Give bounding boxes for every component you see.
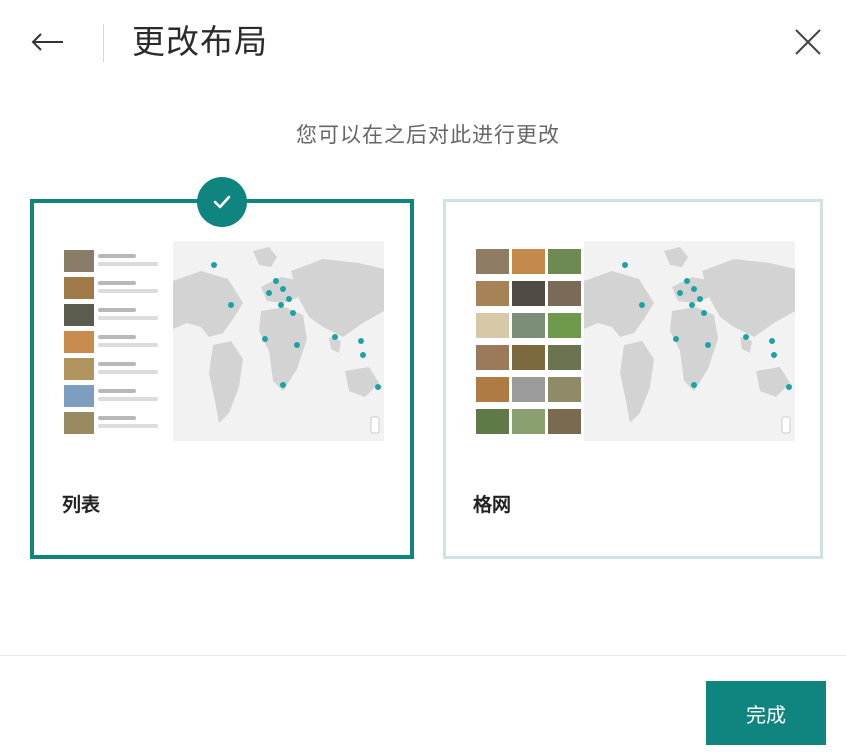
list-thumbnail [64, 250, 94, 272]
layout-label-list: 列表 [62, 494, 101, 516]
grid-thumbnail [548, 377, 581, 402]
grid-thumbnail [476, 281, 509, 306]
list-line-placeholder [98, 316, 158, 320]
list-thumbnail [64, 358, 94, 380]
grid-thumbnail [476, 345, 509, 370]
close-button[interactable] [788, 22, 828, 62]
list-line-placeholder [98, 397, 158, 401]
grid-thumbnail [548, 281, 581, 306]
grid-layout-preview [476, 241, 796, 446]
grid-thumbnail [476, 409, 509, 434]
dialog-subtitle: 您可以在之后对此进行更改 [296, 123, 560, 147]
list-line-placeholder [98, 370, 158, 374]
back-button[interactable] [28, 22, 68, 62]
grid-thumbnail [512, 409, 545, 434]
grid-thumbnail [476, 377, 509, 402]
grid-thumbnail [512, 345, 545, 370]
grid-thumbnail [512, 281, 545, 306]
footer-divider [0, 655, 846, 656]
list-line-placeholder [98, 362, 136, 366]
world-map-preview [173, 241, 384, 441]
list-layout-preview [64, 241, 384, 446]
done-button[interactable]: 完成 [706, 681, 826, 745]
list-line-placeholder [98, 416, 136, 420]
list-thumbnail [64, 331, 94, 353]
grid-thumbnail [548, 409, 581, 434]
list-thumbnail [64, 385, 94, 407]
grid-thumbnail [476, 249, 509, 274]
header-divider [103, 24, 104, 62]
dialog-title: 更改布局 [132, 22, 268, 61]
list-line-placeholder [98, 335, 136, 339]
grid-thumbnail [548, 313, 581, 338]
list-line-placeholder [98, 289, 158, 293]
world-map-preview [584, 241, 795, 441]
list-line-placeholder [98, 281, 136, 285]
dialog-header: 更改布局 [0, 0, 846, 90]
checkmark-icon [213, 195, 231, 209]
list-line-placeholder [98, 343, 158, 347]
grid-thumbnail [512, 377, 545, 402]
list-line-placeholder [98, 308, 136, 312]
list-thumbnail [64, 412, 94, 434]
list-line-placeholder [98, 254, 136, 258]
layout-option-list[interactable]: 列表 [30, 199, 414, 559]
layout-label-grid: 格网 [473, 494, 512, 516]
list-line-placeholder [98, 424, 158, 428]
layout-option-grid[interactable]: 格网 [443, 199, 823, 559]
close-icon [795, 29, 821, 55]
grid-thumbnail [476, 313, 509, 338]
list-line-placeholder [98, 262, 158, 266]
grid-thumbnail [548, 345, 581, 370]
arrow-left-icon [31, 33, 63, 51]
grid-thumbnail [512, 313, 545, 338]
selected-badge [197, 177, 247, 227]
list-thumbnail [64, 304, 94, 326]
list-line-placeholder [98, 389, 136, 393]
grid-thumbnail [512, 249, 545, 274]
list-thumbnail [64, 277, 94, 299]
grid-thumbnail [548, 249, 581, 274]
